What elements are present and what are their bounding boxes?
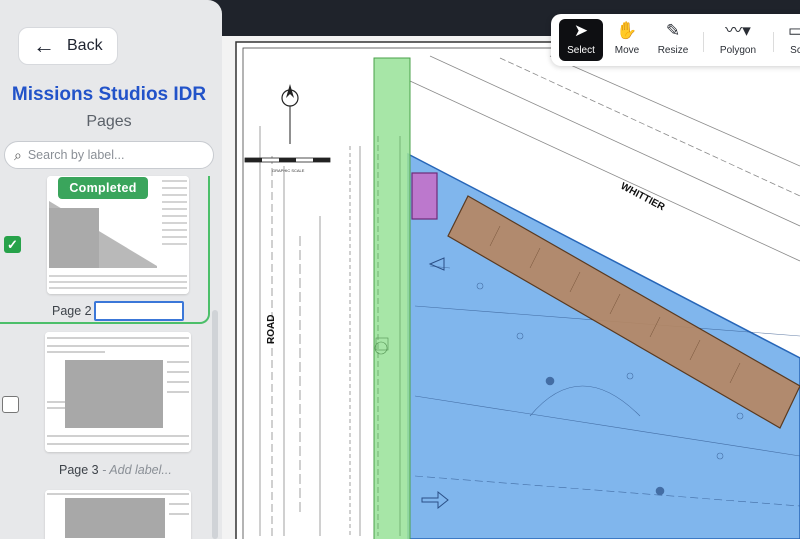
annotation-toolbar: ➤ Select ✋ Move ✎ Resize 〰▾ Polygon ▭ Sc [551, 14, 800, 66]
sidebar-scrollbar[interactable] [212, 310, 218, 539]
pages-heading: Pages [86, 113, 132, 130]
polygon-tool-button[interactable]: 〰▾ Polygon [711, 19, 765, 61]
purple-zone-polygon[interactable] [411, 172, 438, 220]
page-label: Page 3 - Add label... [59, 463, 172, 477]
page-search-box[interactable]: ⌕ [4, 141, 214, 169]
pages-sidebar: ← Back Missions Studios IDR Pages ⌕ Sear… [0, 0, 222, 539]
resize-tool-button[interactable]: ✎ Resize [651, 19, 695, 61]
page-select-checkbox[interactable] [2, 396, 19, 413]
page-label-input[interactable] [94, 301, 184, 321]
page-select-checkbox[interactable]: ✓ [4, 236, 21, 253]
status-badge: Completed [58, 177, 148, 199]
page-thumbnail[interactable] [45, 332, 191, 452]
page-list-item[interactable]: Completed ✓ Page 2 [0, 176, 210, 324]
street-label-road: ROAD [266, 315, 277, 344]
arrow-left-icon: ← [33, 33, 55, 58]
site-plan-drawing[interactable]: GRAPHIC SCALE WHITTIER ROAD [200, 36, 800, 539]
select-tool-button[interactable]: ➤ Select [559, 19, 603, 61]
add-label-link[interactable]: - Add label... [102, 463, 172, 477]
polyline-icon: 〰▾ [725, 21, 751, 40]
toolbar-divider [773, 32, 774, 52]
page-list-item[interactable] [0, 490, 210, 539]
hand-icon: ✋ [616, 21, 638, 40]
cursor-arrow-icon: ➤ [573, 21, 589, 40]
scale-tool-button[interactable]: ▭ Sc [781, 19, 800, 61]
toolbar-divider [703, 32, 704, 52]
scale-icon: ▭ [787, 21, 800, 40]
back-button[interactable]: ← Back [18, 27, 118, 65]
page-search-input[interactable] [27, 148, 198, 162]
drawing-canvas[interactable]: GRAPHIC SCALE WHITTIER ROAD [200, 36, 800, 539]
app-root: GRAPHIC SCALE WHITTIER ROAD ➤ Select ✋ M… [0, 0, 800, 539]
search-icon: ⌕ [14, 146, 22, 163]
pencil-icon: ✎ [665, 21, 681, 40]
page-list-item[interactable]: Page 3 - Add label... [0, 332, 210, 482]
project-title: Missions Studios IDR [11, 84, 207, 105]
page-label: Page 2 [52, 304, 92, 318]
page-thumbnail[interactable] [45, 490, 191, 539]
move-tool-button[interactable]: ✋ Move [607, 19, 647, 61]
green-zone-polygon[interactable] [373, 57, 411, 539]
svg-text:GRAPHIC SCALE: GRAPHIC SCALE [272, 168, 305, 173]
